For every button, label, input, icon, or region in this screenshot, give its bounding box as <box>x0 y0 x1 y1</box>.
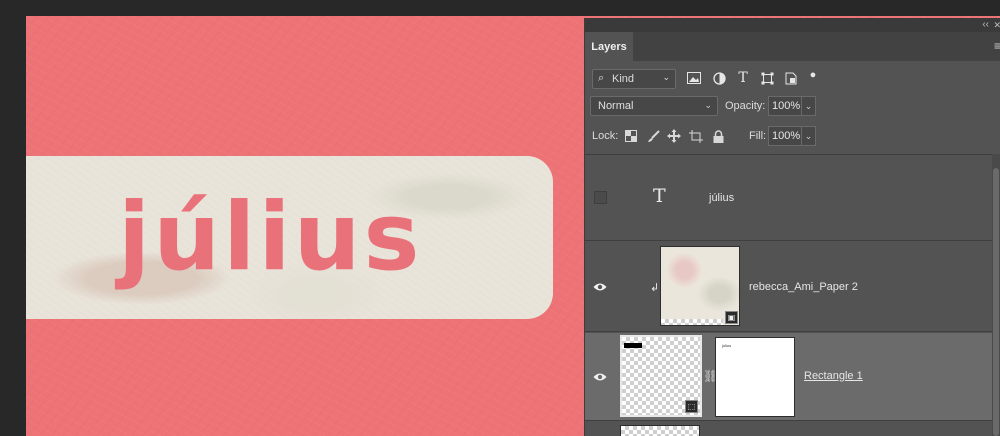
text-layer-icon: T <box>653 185 666 207</box>
type-layer-filter-icon[interactable]: T <box>735 70 751 86</box>
paper-label-band: július <box>26 156 553 319</box>
collapse-panel-icon[interactable]: ‹‹ <box>982 18 989 32</box>
filter-toggle-icon[interactable]: ● <box>805 67 821 83</box>
panel-menu-icon[interactable]: ≡ <box>994 39 1000 53</box>
panel-tab-row: Layers ≡ <box>585 32 1000 61</box>
layer-name[interactable]: rebecca_Ami_Paper 2 <box>749 281 858 293</box>
clipping-mask-arrow-icon: ↲ <box>650 282 660 294</box>
lock-label: Lock: <box>592 130 619 142</box>
shape-layer-badge-icon: ⬚ <box>685 400 698 413</box>
close-panel-icon[interactable]: ✕ <box>993 18 1000 32</box>
layer-thumbnail: ▣ <box>660 246 740 326</box>
chevron-down-icon: ⌄ <box>704 100 712 110</box>
eye-icon <box>593 373 607 380</box>
mask-thumb-text: július <box>722 343 732 348</box>
opacity-label: Opacity: <box>725 100 766 112</box>
smart-object-filter-icon[interactable] <box>783 70 799 86</box>
fill-input[interactable]: 100% <box>768 126 802 146</box>
layers-scroll-thumb[interactable] <box>993 168 999 436</box>
layer-thumbnail <box>620 425 700 436</box>
adjustment-layer-filter-icon[interactable] <box>711 70 727 86</box>
filter-kind-label: Kind <box>612 73 635 85</box>
layer-row-rectangle[interactable]: ⬚ ⛓ július Rectangle 1 <box>585 333 993 421</box>
filter-kind-select[interactable]: ⌕ Kind ⌄ <box>592 69 676 89</box>
visibility-toggle[interactable] <box>585 242 615 331</box>
layer-filter-row: ⌕ Kind ⌄ T ● <box>585 67 1000 91</box>
shape-layer-filter-icon[interactable] <box>759 70 775 86</box>
lock-all-icon[interactable] <box>710 128 726 144</box>
lock-transparent-pixels-icon[interactable] <box>623 128 639 144</box>
lock-position-icon[interactable] <box>666 128 682 144</box>
lock-artboard-icon[interactable] <box>688 128 704 144</box>
chevron-down-icon: ⌄ <box>662 72 670 82</box>
blend-row: Normal ⌄ Opacity: 100% ⌄ <box>585 96 1000 118</box>
layer-row-paper[interactable]: ↲ ▣ rebecca_Ami_Paper 2 <box>585 242 993 332</box>
fill-label: Fill: <box>749 130 767 142</box>
smart-object-badge-icon: ▣ <box>725 311 738 324</box>
mask-thumbnail: július <box>715 337 795 417</box>
layer-thumbnail: ⬚ <box>620 335 702 417</box>
visibility-toggle[interactable] <box>585 333 615 420</box>
layers-panel: ‹‹ ✕ Layers ≡ ⌕ Kind ⌄ T ● Normal ⌄ Opac… <box>584 18 1000 436</box>
lock-image-pixels-icon[interactable] <box>645 128 661 144</box>
canvas-title-text: július <box>118 182 423 292</box>
opacity-dropdown-icon[interactable]: ⌄ <box>802 96 816 116</box>
layer-row-julius-text[interactable]: T július <box>585 155 993 241</box>
tab-layers[interactable]: Layers <box>585 32 633 61</box>
fill-dropdown-icon[interactable]: ⌄ <box>802 126 816 146</box>
layer-name[interactable]: Rectangle 1 <box>804 370 863 382</box>
blend-mode-value: Normal <box>598 100 634 112</box>
eye-icon <box>593 283 607 290</box>
layer-row-partial[interactable] <box>585 422 993 436</box>
search-icon: ⌕ <box>598 72 605 84</box>
pixel-layer-filter-icon[interactable] <box>686 70 702 86</box>
layer-name[interactable]: július <box>709 192 734 204</box>
blend-mode-select[interactable]: Normal ⌄ <box>590 96 718 116</box>
opacity-input[interactable]: 100% <box>768 96 802 116</box>
lock-row: Lock: Fill: 100% ⌄ <box>585 126 1000 148</box>
shape-preview <box>624 343 642 348</box>
transparency-strip <box>661 319 723 325</box>
visibility-toggle[interactable] <box>585 155 615 240</box>
panel-topbar: ‹‹ ✕ <box>585 18 1000 32</box>
visibility-off-box <box>593 191 607 204</box>
